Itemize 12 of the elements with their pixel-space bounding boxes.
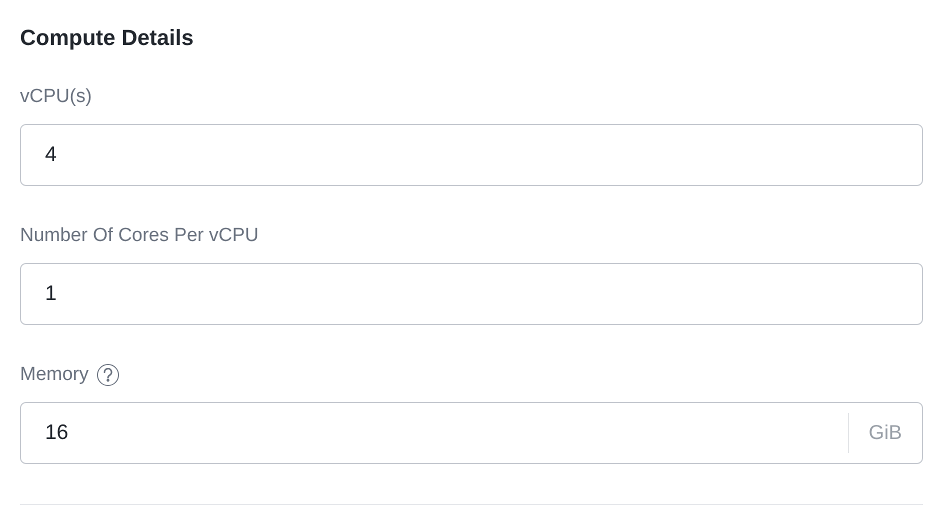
help-icon[interactable] xyxy=(96,364,119,386)
input-field[interactable]: 4 xyxy=(20,124,923,186)
input-field[interactable]: 1 xyxy=(20,263,923,325)
field-value: 1 xyxy=(45,282,57,306)
field-label: Number Of Cores Per vCPU xyxy=(20,224,259,248)
field-label: vCPU(s) xyxy=(20,85,92,109)
field-value: 16 xyxy=(45,421,68,444)
unit-label: GiB xyxy=(868,421,903,446)
section-title: Compute Details xyxy=(20,24,194,52)
field-label: Memory xyxy=(20,363,89,387)
field-value: 4 xyxy=(45,143,57,166)
input-field[interactable]: 16 GiB xyxy=(20,402,923,464)
